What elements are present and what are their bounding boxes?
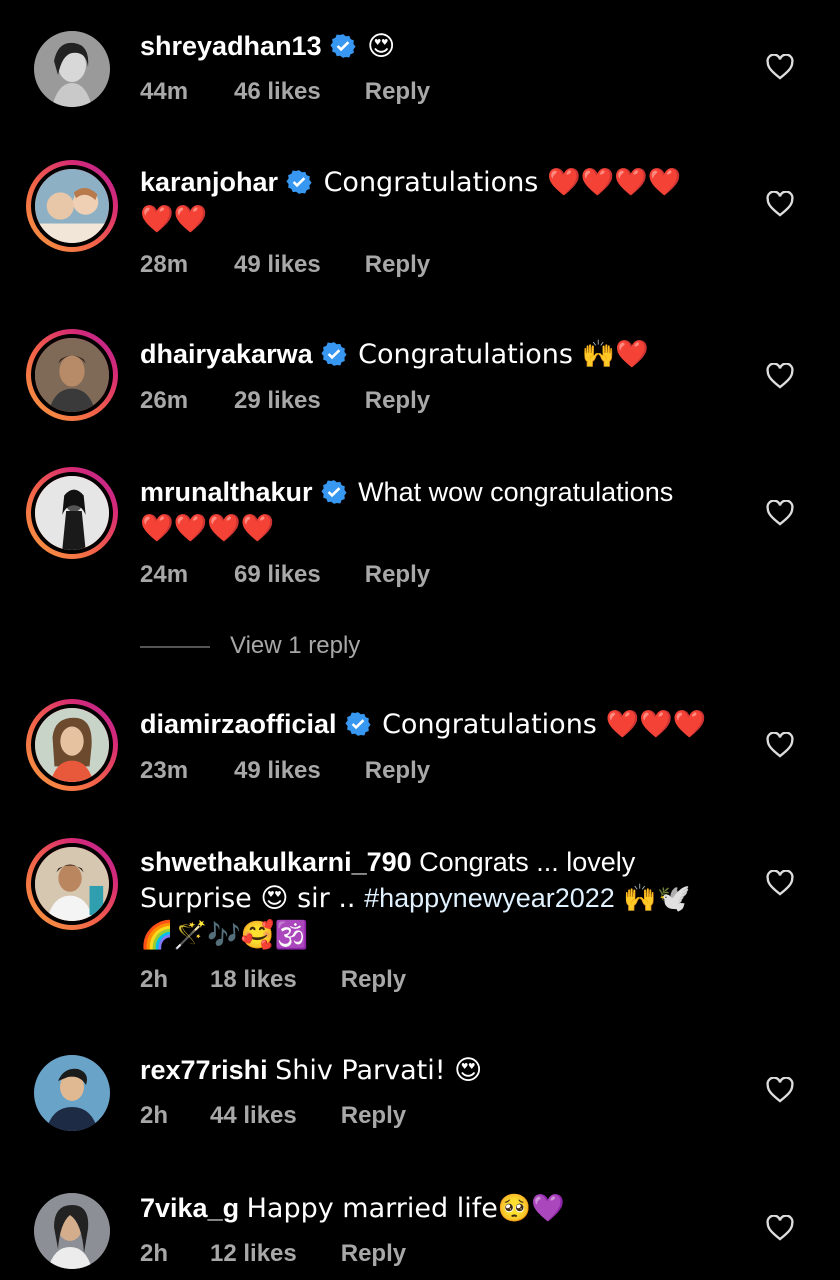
avatar[interactable] bbox=[34, 1193, 110, 1269]
comment-time: 24m bbox=[140, 561, 189, 588]
like-heart-icon[interactable] bbox=[766, 1076, 794, 1103]
username[interactable]: rex77rishi bbox=[140, 1055, 268, 1085]
comment-text-line2: ❤️❤️ bbox=[140, 204, 208, 235]
comment-text: Shiv Parvati! 😍 bbox=[275, 1055, 483, 1086]
likes-count[interactable]: 49 likes bbox=[234, 251, 321, 279]
avatar[interactable] bbox=[26, 838, 118, 930]
comment-time: 26m bbox=[140, 387, 189, 414]
likes-count[interactable]: 18 likes bbox=[210, 966, 297, 994]
comment-text: Congratulations ❤️❤️❤️❤️ bbox=[323, 167, 682, 198]
avatar[interactable] bbox=[34, 1055, 110, 1131]
avatar[interactable] bbox=[26, 160, 118, 252]
comment-text: Happy married life🥺💜 bbox=[246, 1193, 566, 1224]
reply-button[interactable]: Reply bbox=[365, 561, 430, 589]
username[interactable]: diamirzaofficial bbox=[140, 709, 337, 739]
comment-text: What wow congratulations bbox=[358, 477, 674, 507]
reply-button[interactable]: Reply bbox=[341, 1102, 406, 1130]
likes-count[interactable]: 12 likes bbox=[210, 1240, 297, 1268]
avatar[interactable] bbox=[26, 467, 118, 559]
reply-button[interactable]: Reply bbox=[365, 251, 430, 279]
comment-text-line3: 🌈🪄🎶🥰🕉️ bbox=[140, 920, 309, 951]
avatar[interactable] bbox=[34, 31, 110, 107]
reply-button[interactable]: Reply bbox=[341, 1240, 406, 1268]
comment-time: 2h bbox=[140, 1240, 169, 1267]
comment-text-line2a: Surprise 😍 sir .. bbox=[140, 883, 365, 914]
username[interactable]: mrunalthakur bbox=[140, 477, 313, 507]
view-replies-button[interactable]: View 1 reply bbox=[140, 632, 360, 660]
avatar[interactable] bbox=[26, 699, 118, 791]
likes-count[interactable]: 69 likes bbox=[234, 561, 321, 589]
avatar[interactable] bbox=[26, 329, 118, 421]
likes-count[interactable]: 44 likes bbox=[210, 1102, 297, 1130]
like-heart-icon[interactable] bbox=[766, 190, 794, 217]
likes-count[interactable]: 29 likes bbox=[234, 387, 321, 415]
reply-button[interactable]: Reply bbox=[365, 387, 430, 415]
view-replies-label: View 1 reply bbox=[230, 632, 361, 659]
hashtag-link[interactable]: #happynewyear2022 bbox=[364, 883, 615, 913]
username[interactable]: karanjohar bbox=[140, 167, 278, 197]
comment-time: 2h bbox=[140, 1102, 169, 1129]
reply-button[interactable]: Reply bbox=[365, 757, 430, 785]
comment-text: Congratulations ❤️❤️❤️ bbox=[382, 709, 707, 740]
comment-time: 2h bbox=[140, 966, 169, 993]
verified-badge-icon bbox=[330, 34, 356, 58]
like-heart-icon[interactable] bbox=[766, 869, 794, 896]
like-heart-icon[interactable] bbox=[766, 731, 794, 758]
comment-text: Congrats ... lovely bbox=[419, 847, 636, 877]
verified-badge-icon bbox=[321, 342, 347, 366]
verified-badge-icon bbox=[320, 480, 347, 504]
username[interactable]: 7vika_g bbox=[140, 1193, 239, 1223]
username[interactable]: dhairyakarwa bbox=[140, 339, 313, 369]
like-heart-icon[interactable] bbox=[766, 499, 794, 526]
comment-time: 28m bbox=[140, 251, 189, 278]
like-heart-icon[interactable] bbox=[766, 53, 794, 80]
comment-text-line2: ❤️❤️❤️❤️ bbox=[140, 513, 275, 544]
verified-badge-icon bbox=[344, 712, 371, 736]
comment-text: 😍 bbox=[367, 31, 396, 62]
comment-time: 23m bbox=[140, 757, 189, 784]
likes-count[interactable]: 49 likes bbox=[234, 757, 321, 785]
comment-time: 44m bbox=[140, 78, 189, 105]
username[interactable]: shreyadhan13 bbox=[140, 31, 322, 61]
reply-button[interactable]: Reply bbox=[341, 966, 406, 994]
reply-button[interactable]: Reply bbox=[365, 78, 430, 106]
verified-badge-icon bbox=[286, 170, 312, 194]
like-heart-icon[interactable] bbox=[766, 362, 794, 389]
divider-line bbox=[140, 645, 210, 648]
likes-count[interactable]: 46 likes bbox=[234, 78, 321, 106]
like-heart-icon[interactable] bbox=[766, 1214, 794, 1241]
comment-text: Congratulations 🙌❤️ bbox=[358, 339, 649, 370]
username[interactable]: shwethakulkarni_790 bbox=[140, 847, 412, 877]
comment-text-line2b: 🙌🕊️ bbox=[614, 883, 691, 914]
